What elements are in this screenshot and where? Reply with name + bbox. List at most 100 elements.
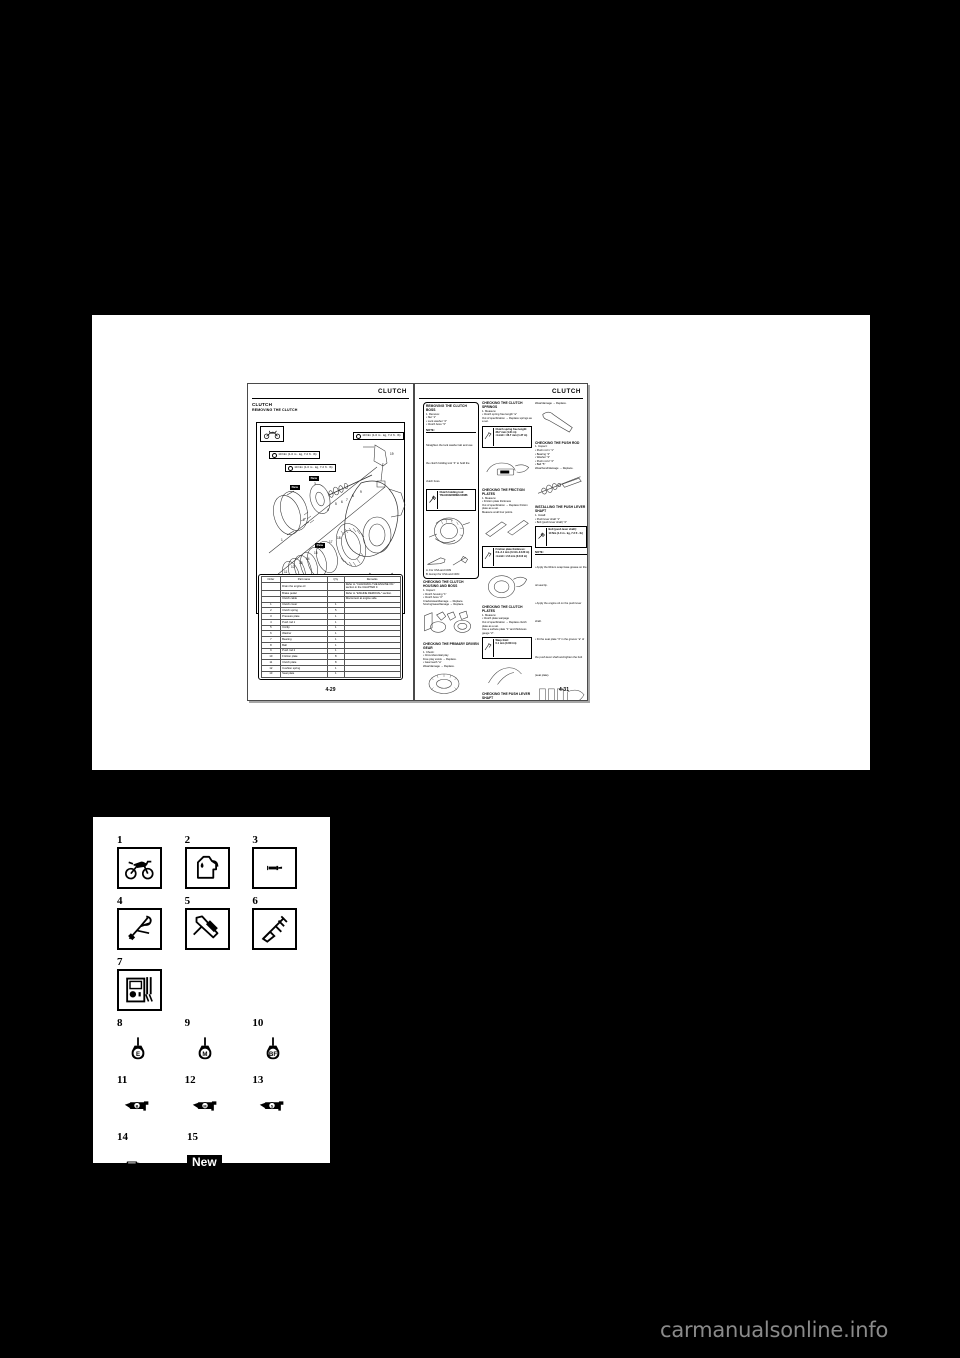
right-page-header: CLUTCH (419, 388, 583, 400)
symbol-index-9: 9 (184, 1017, 191, 1029)
symbol-cell-6: 6 (252, 896, 320, 950)
svg-text:7: 7 (346, 498, 348, 502)
cell-order (260, 581, 282, 592)
symbol-row: 7 (117, 957, 320, 1011)
c1-s1-title: REMOVING THE CLUTCH BOSS (426, 404, 467, 412)
symbol-cell-4: 4 (117, 896, 185, 950)
svg-text:M: M (203, 1104, 206, 1108)
svg-text:4: 4 (327, 508, 329, 512)
torque-icon (537, 528, 547, 547)
symbol-cell-9: 9M (185, 1018, 253, 1068)
measure-icon (484, 638, 494, 657)
symbol-cell-10: 10 BF (252, 1018, 320, 1068)
c1-s2-title: CHECKING THE CLUTCH HOUSING AND BOSS (423, 580, 464, 589)
svg-text:2: 2 (303, 518, 305, 522)
c3-s2-steps: 1. Install: • Push lever shaft "1" • Bol… (535, 514, 567, 525)
measure-icon (484, 548, 494, 567)
symbol-cell-2: 2 (184, 834, 253, 889)
symbol-legend-panel: 1 2 3 4 5 6 7 8 E 9 M 10 BF 11 B 12 M 13 S 14 15 New (93, 817, 330, 1171)
motorcycle-icon (117, 847, 162, 889)
cell-remarks (343, 670, 401, 678)
c1-note: NOTE: Straighten the lock washer tab and… (426, 428, 476, 487)
friction-plate-measure-figure (482, 516, 532, 539)
grease-gun-b-icon: B (117, 1087, 158, 1125)
oil-bottle-bf-icon: BF (252, 1030, 293, 1068)
symbol-cell-8: 8E (117, 1018, 185, 1068)
c1-note-body: Straighten the lock washer tab and use t… (426, 444, 473, 484)
symbol-index-7: 7 (117, 956, 123, 968)
symbol-index-4: 4 (117, 895, 123, 907)
symbol-cell-7: 7 (117, 957, 187, 1011)
svg-text:5: 5 (335, 502, 337, 506)
symbol-cell-11: 11 B (117, 1075, 185, 1125)
symbol-index-6: 6 (252, 895, 258, 907)
c3-s2-title: INSTALLING THE PUSH LEVER SHAFT (535, 505, 586, 514)
symbol-index-14: 14 (117, 1131, 128, 1143)
checking-clutch-plates-block: CHECKING THE CLUTCH PLATES 1. Measure: •… (482, 570, 532, 659)
c3-top-note: Wear/damage → Replace. (535, 402, 567, 405)
cell-part: Seat plate (280, 670, 328, 678)
wrench-tool-icon (252, 908, 298, 950)
svg-text:3: 3 (314, 482, 316, 486)
symbol-index-2: 2 (184, 834, 191, 846)
figure-a-artwork (427, 557, 446, 565)
clutch-holding-tool-box: Clutch holding tool: YM-91042/90890-0408… (426, 488, 476, 511)
manual-page-right: CLUTCH REMOVING THE CLUTCH BOSS 1. Remov… (414, 383, 588, 701)
tool-number: YM-91042/90890-04086 (439, 494, 468, 498)
svg-text:19: 19 (390, 452, 394, 456)
symbol-index-12: 12 (184, 1074, 196, 1086)
tool-icon (428, 490, 438, 509)
friction-spec-value: 2.9–3.1 mm (0.114–0.120 in) <Limit>: 2.8… (495, 551, 530, 558)
svg-text:E: E (135, 1051, 139, 1058)
spring-spec-value: 38.7 mm (1.61 in) <Limit>: 36.7 mm (1.37… (495, 430, 528, 438)
syringe-icon (252, 847, 298, 889)
cell-remarks: Refer to "CHANGING THE ENGINE OIL" secti… (343, 581, 401, 592)
multimeter-icon (117, 969, 162, 1011)
c2-s4-steps: 1. Inspect: • Push lever shaft "1" (482, 700, 532, 701)
cell-part: Drain the engine oil (280, 581, 328, 592)
friction-spec-text: Friction plate thickness: 2.9–3.1 mm (0.… (496, 548, 530, 566)
symbol-index-5: 5 (184, 895, 191, 907)
svg-text:18: 18 (337, 536, 341, 540)
symbol-row: 8 E 9 M 10 BF (117, 1018, 320, 1068)
c2-s1-steps: 1. Measure: • Clutch spring free length … (482, 409, 532, 424)
symbol-index-8: 8 (117, 1017, 123, 1029)
left-chapter-title: CLUTCH (377, 388, 407, 395)
symbol-grid: 1 2 3 4 5 6 7 8 E 9 M 10 BF 11 B 12 M 13 S 14 15 New (117, 835, 320, 1189)
svg-text:BF: BF (269, 1051, 277, 1058)
installing-push-lever-shaft-block: INSTALLING THE PUSH LEVER SHAFT 1. Insta… (535, 505, 587, 700)
svg-text:B: B (136, 1104, 139, 1108)
right-chapter-title: CLUTCH (551, 388, 581, 395)
c1-s1-steps: 1. Remove: • Nut "1" • Lock washer "2" •… (426, 412, 447, 427)
svg-text:8: 8 (352, 494, 354, 498)
removing-clutch-boss-block: REMOVING THE CLUTCH BOSS 1. Remove: • Nu… (423, 402, 479, 580)
svg-text:17: 17 (329, 540, 333, 544)
checking-friction-plates-block: CHECKING THE FRICTION PLATES 1. Measure:… (482, 488, 532, 569)
c2-s1-title: CHECKING THE CLUTCH SPRINGS (482, 401, 523, 409)
symbol-row: 4 5 6 (117, 896, 320, 950)
svg-text:6: 6 (341, 500, 343, 504)
table-row: 13 Seat plate 1 (260, 670, 401, 678)
clutch-spring-spec-box: Clutch spring free length: 38.7 mm (1.61… (482, 425, 532, 448)
warp-spec-value: 0.1 mm (0.004 in) (495, 642, 517, 646)
symbol-row: 1 2 3 (117, 835, 320, 889)
c2-s3-title: CHECKING THE CLUTCH PLATES (482, 605, 523, 613)
checking-clutch-springs-block: CHECKING THE CLUTCH SPRINGS 1. Measure: … (482, 401, 532, 487)
c3-note-1-head: NOTE: (535, 550, 587, 555)
table-row: Drain the engine oil Refer to "CHANGING T… (260, 581, 401, 592)
symbol-index-11: 11 (117, 1074, 128, 1086)
left-section-subtitle: REMOVING THE CLUTCH (252, 407, 298, 412)
parts-table: Order Part name Q'ty Remarks Drain the e… (260, 576, 401, 678)
svg-text:9: 9 (360, 490, 362, 494)
c1-note-head: NOTE: (426, 428, 476, 434)
checking-push-lever-shaft-block: CHECKING THE PUSH LEVER SHAFT 1. Inspect… (482, 661, 532, 701)
pliers-screwdriver-icon (117, 908, 162, 950)
symbol-row: 14 15 New (117, 1132, 320, 1182)
oil-bottle-m-icon: M (185, 1030, 226, 1068)
right-page-columns: REMOVING THE CLUTCH BOSS 1. Remove: • Nu… (423, 401, 587, 700)
c2-s2-steps: 1. Measure: • Friction plate thickness O… (482, 496, 528, 514)
symbol-cell-14: 14 (117, 1132, 187, 1182)
push-lever-bolt-text: Bolt (push lever shaft): 10 Nm (1.0 m · … (549, 528, 583, 546)
left-section-title: CLUTCH (252, 402, 273, 407)
grease-gun-m-icon: M (185, 1087, 226, 1125)
